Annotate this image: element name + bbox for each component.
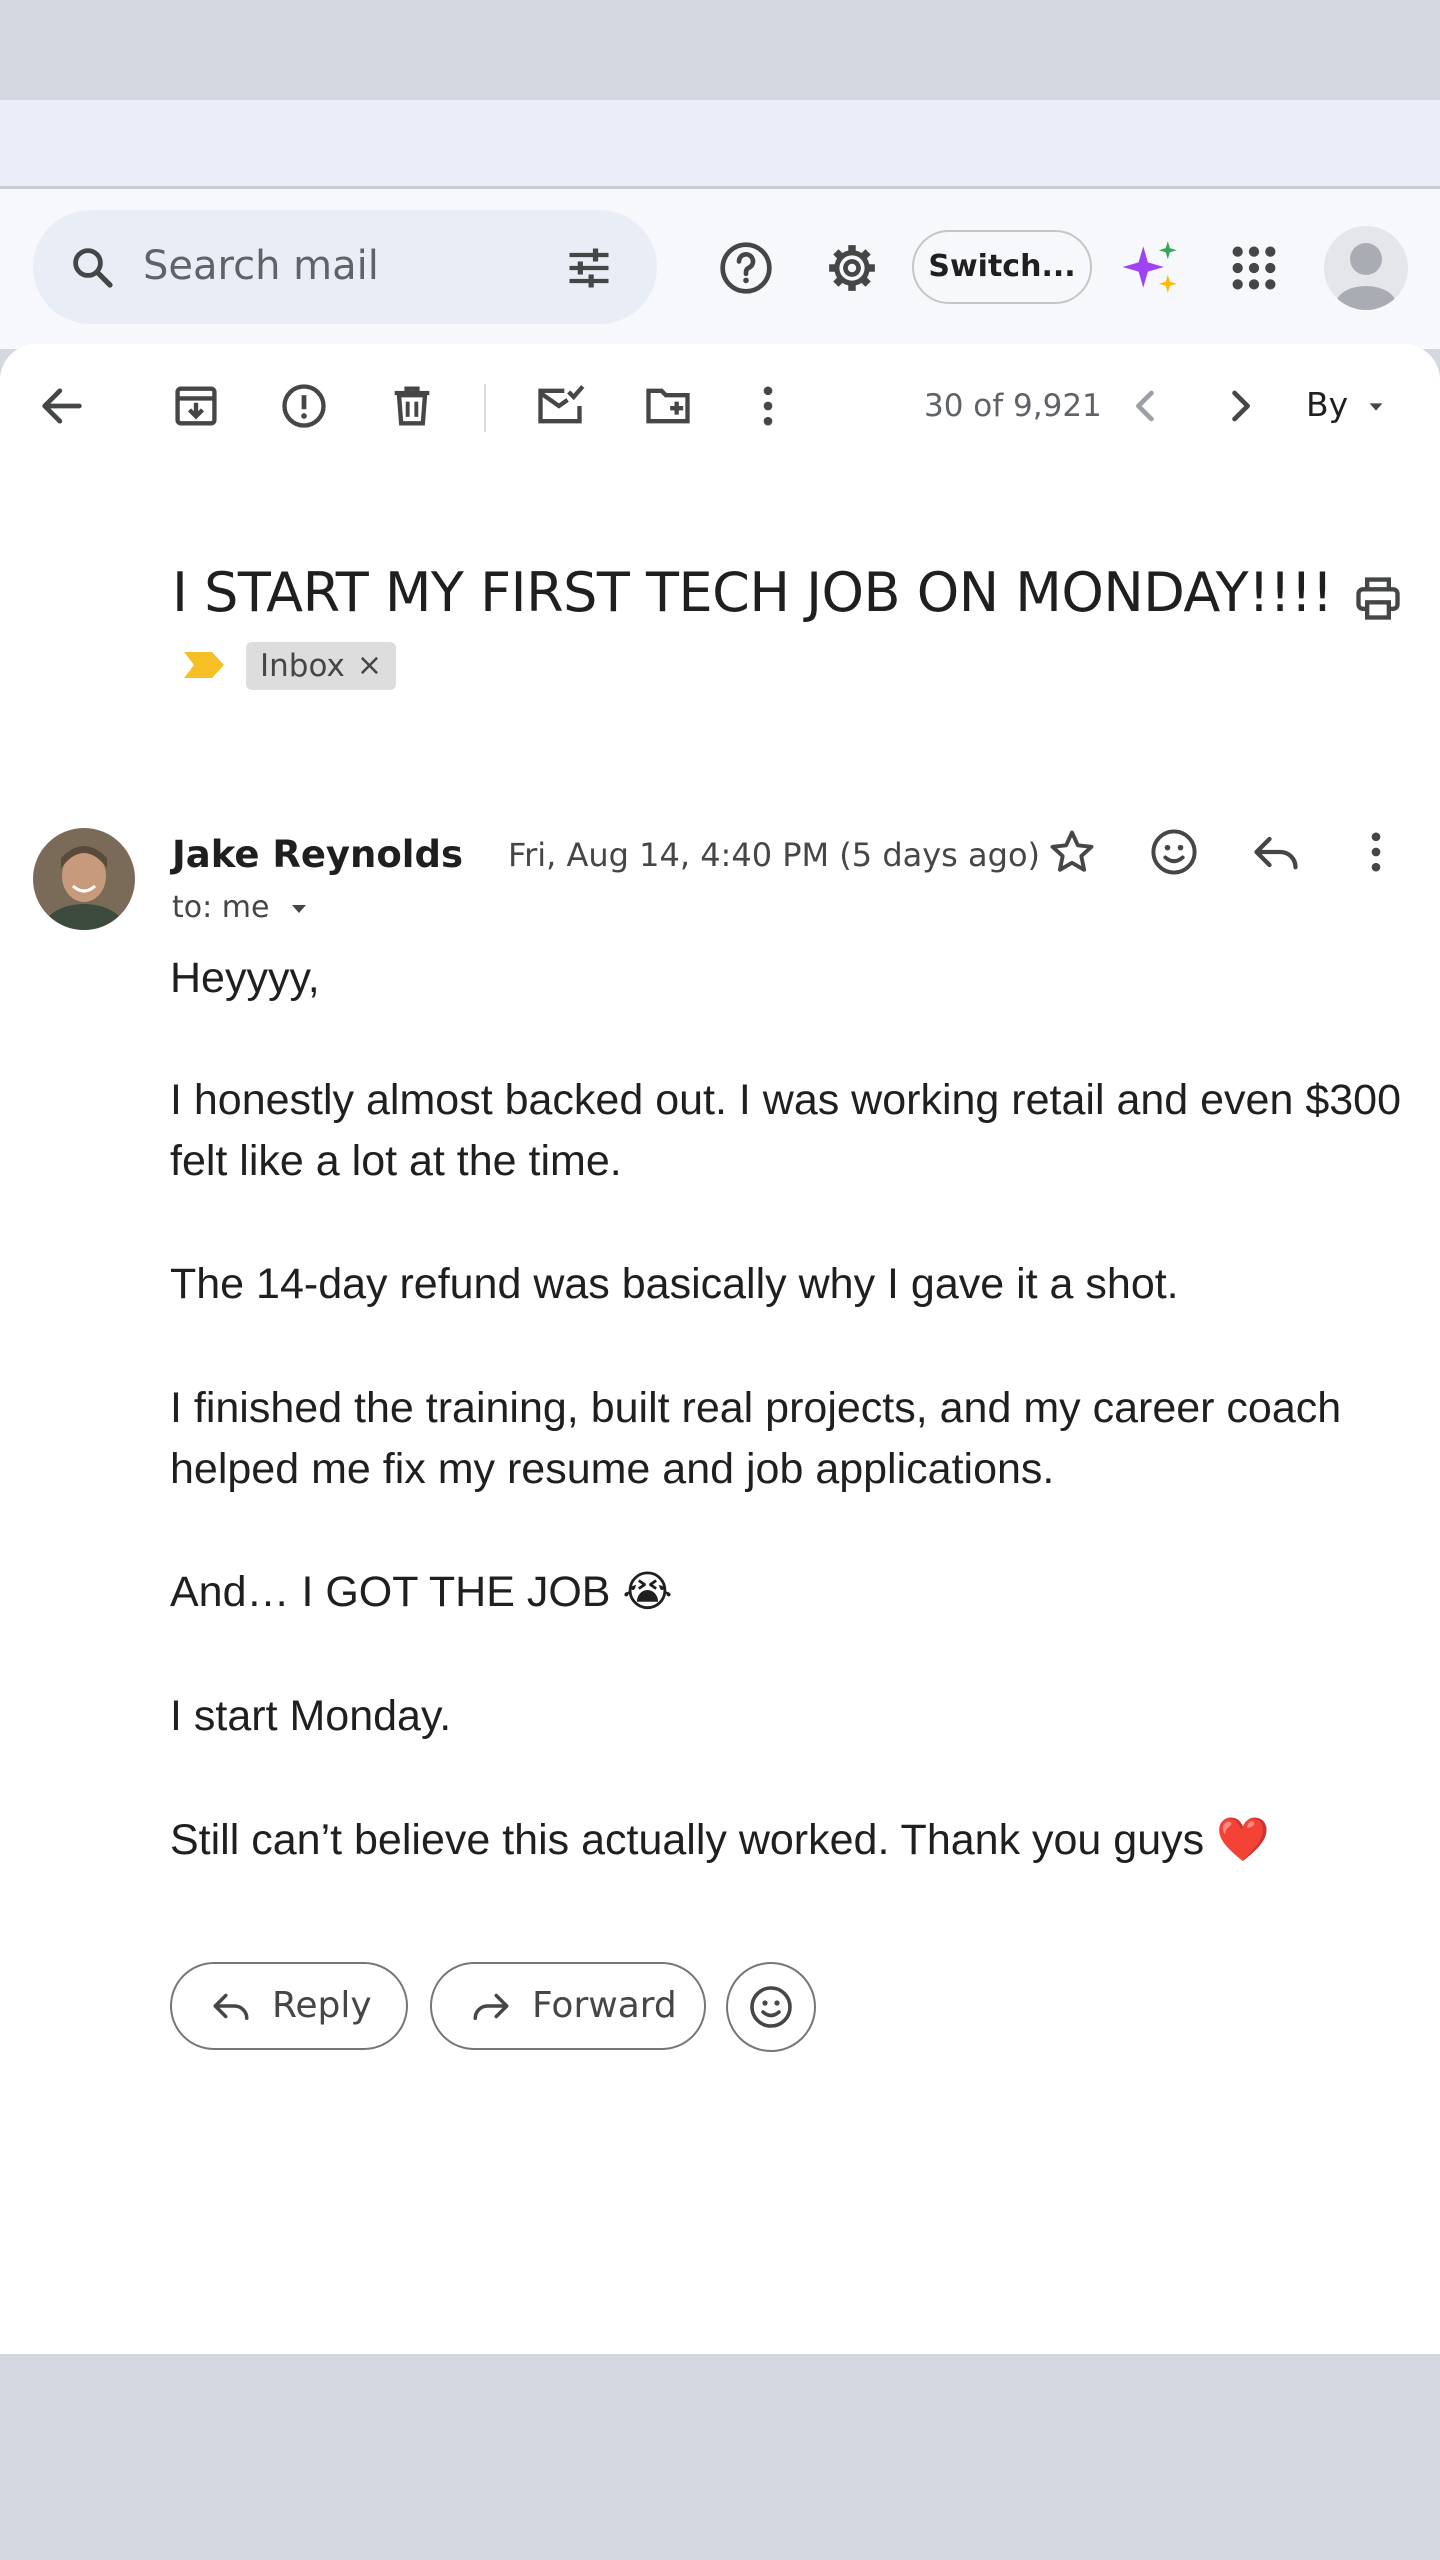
switch-account-button[interactable]: Switch... <box>912 230 1092 304</box>
person-icon <box>1336 243 1396 310</box>
sender-photo <box>33 828 135 930</box>
reply-icon[interactable] <box>1250 826 1302 878</box>
body-paragraph: I honestly almost backed out. I was work… <box>170 1076 1401 1185</box>
search-input[interactable]: Search mail <box>143 240 379 292</box>
chevron-right-icon[interactable] <box>1214 380 1266 432</box>
body-paragraph: I start Monday. <box>170 1692 452 1740</box>
report-spam-icon[interactable] <box>278 380 330 432</box>
remove-label-button[interactable]: × <box>357 642 382 690</box>
forward-button[interactable]: Forward <box>430 1962 706 2050</box>
caret-down-icon <box>1369 402 1383 411</box>
sender-avatar[interactable] <box>33 828 135 930</box>
label-text: Inbox <box>260 648 345 684</box>
message-more-icon[interactable] <box>1350 826 1402 878</box>
mark-unread-icon[interactable] <box>534 380 586 432</box>
print-icon[interactable] <box>1352 572 1404 624</box>
delete-trash-icon[interactable] <box>386 380 438 432</box>
sort-by-label: By <box>1306 385 1349 424</box>
body-paragraph: Heyyyy, <box>170 954 320 1002</box>
search-options-icon[interactable] <box>563 242 615 294</box>
help-icon[interactable] <box>718 240 774 296</box>
emoji-icon <box>750 1986 792 2028</box>
archive-icon[interactable] <box>170 380 222 432</box>
recipient-line[interactable]: to: me <box>172 888 311 928</box>
body-paragraph: And… I GOT THE JOB 😭 <box>170 1568 673 1616</box>
search-bar[interactable]: Search mail <box>33 210 657 324</box>
star-icon[interactable] <box>1046 826 1098 878</box>
settings-gear-icon[interactable] <box>824 240 880 296</box>
emoji-reaction-button[interactable] <box>726 1962 816 2052</box>
email-panel <box>0 344 1440 2354</box>
move-to-folder-icon[interactable] <box>642 380 694 432</box>
account-avatar[interactable] <box>1324 226 1408 310</box>
apps-grid-icon[interactable] <box>1226 240 1282 296</box>
reply-label: Reply <box>272 1985 372 2026</box>
sort-by-dropdown[interactable]: By <box>1306 383 1387 427</box>
gemini-sparkle-icon[interactable] <box>1120 236 1182 298</box>
more-vertical-icon[interactable] <box>742 380 794 432</box>
forward-icon <box>473 1993 509 2020</box>
caret-down-icon <box>292 904 306 913</box>
recipient-text: to: me <box>172 890 270 925</box>
chevron-left-icon[interactable] <box>1120 380 1172 432</box>
reply-button[interactable]: Reply <box>170 1962 408 2050</box>
inbox-label-chip: Inbox × <box>246 642 396 690</box>
body-paragraph: The 14-day refund was basically why I ga… <box>170 1260 1179 1308</box>
message-counter: 30 of 9,921 <box>924 388 1102 424</box>
body-paragraph: I finished the training, built real proj… <box>170 1384 1342 1493</box>
reply-icon <box>213 1993 249 2020</box>
sender-name[interactable]: Jake Reynolds <box>172 832 463 878</box>
email-subject: I START MY FIRST TECH JOB ON MONDAY!!!! <box>172 561 1333 624</box>
emoji-react-icon[interactable] <box>1148 826 1200 878</box>
forward-label: Forward <box>532 1985 677 2026</box>
important-marker-icon[interactable] <box>184 652 224 678</box>
body-paragraph: Still can’t believe this actually worked… <box>170 1816 1270 1864</box>
browser-strip <box>0 100 1440 189</box>
search-icon[interactable] <box>68 243 116 291</box>
email-date: Fri, Aug 14, 4:40 PM (5 days ago) <box>508 836 1040 874</box>
status-bar-area <box>0 0 1440 100</box>
toolbar-divider <box>484 384 486 432</box>
back-arrow-icon[interactable] <box>36 380 88 432</box>
